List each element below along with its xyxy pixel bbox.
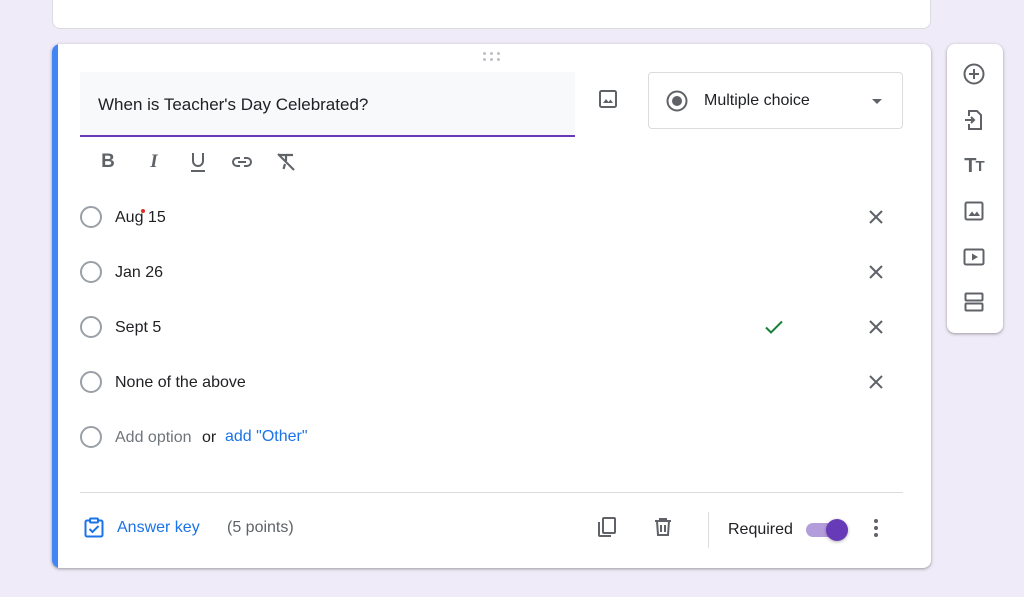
radio-placeholder-icon — [80, 261, 102, 283]
radio-placeholder-icon — [80, 316, 102, 338]
underline-icon[interactable] — [186, 150, 210, 174]
correct-answer-check-icon — [762, 315, 786, 339]
add-image-icon[interactable] — [962, 199, 986, 223]
remove-option-icon[interactable] — [864, 315, 888, 339]
add-image-to-question-icon[interactable] — [596, 87, 620, 111]
clear-format-icon[interactable] — [274, 150, 298, 174]
option-row[interactable]: Jan 26 — [80, 260, 900, 286]
add-title-icon[interactable]: TT — [962, 154, 986, 178]
floating-toolbar: TT — [947, 44, 1003, 333]
question-type-dropdown[interactable]: Multiple choice — [648, 72, 903, 129]
duplicate-icon[interactable] — [595, 515, 619, 539]
radio-placeholder-icon — [80, 426, 102, 448]
radio-placeholder-icon — [80, 206, 102, 228]
answer-key-icon — [82, 516, 106, 545]
option-label[interactable]: Jan 26 — [115, 264, 163, 282]
option-label[interactable]: None of the above — [115, 374, 246, 392]
cursor-marker — [141, 209, 145, 213]
drag-handle-icon[interactable] — [483, 52, 501, 64]
required-toggle-thumb[interactable] — [826, 519, 848, 541]
previous-question-card[interactable] — [52, 0, 931, 29]
dropdown-arrow-icon — [872, 99, 882, 104]
add-video-icon[interactable] — [962, 245, 986, 269]
option-row[interactable]: Aug 15 — [80, 205, 900, 231]
bold-icon[interactable]: B — [96, 150, 120, 174]
add-option-field[interactable]: Add option — [115, 429, 192, 447]
question-title-field[interactable]: When is Teacher's Day Celebrated? — [80, 72, 575, 137]
question-type-label: Multiple choice — [704, 92, 810, 109]
add-section-icon[interactable] — [962, 290, 986, 314]
question-title-text[interactable]: When is Teacher's Day Celebrated? — [98, 95, 368, 115]
remove-option-icon[interactable] — [864, 260, 888, 284]
import-questions-icon[interactable] — [962, 108, 986, 132]
add-other-link[interactable]: add "Other" — [225, 428, 308, 446]
option-row[interactable]: None of the above — [80, 370, 900, 396]
radio-placeholder-icon — [80, 371, 102, 393]
option-row[interactable]: Sept 5 — [80, 315, 900, 341]
required-label: Required — [728, 521, 793, 538]
add-question-icon[interactable] — [962, 62, 986, 86]
radio-button-checked-icon — [665, 89, 689, 118]
delete-icon[interactable] — [651, 515, 675, 539]
italic-icon[interactable]: I — [142, 150, 166, 174]
add-option-row: Add option or add "Other" — [80, 425, 900, 451]
link-icon[interactable] — [230, 150, 254, 174]
footer-vertical-divider — [708, 512, 709, 548]
more-options-icon[interactable] — [864, 516, 888, 540]
option-label[interactable]: Sept 5 — [115, 319, 161, 337]
answer-key-label[interactable]: Answer key — [117, 519, 200, 537]
remove-option-icon[interactable] — [864, 370, 888, 394]
points-value: (5 points) — [227, 519, 294, 536]
or-text: or — [202, 429, 217, 446]
remove-option-icon[interactable] — [864, 205, 888, 229]
question-card[interactable]: When is Teacher's Day Celebrated? Multip… — [52, 44, 931, 568]
active-card-indicator — [52, 44, 58, 568]
footer-divider — [80, 492, 903, 493]
